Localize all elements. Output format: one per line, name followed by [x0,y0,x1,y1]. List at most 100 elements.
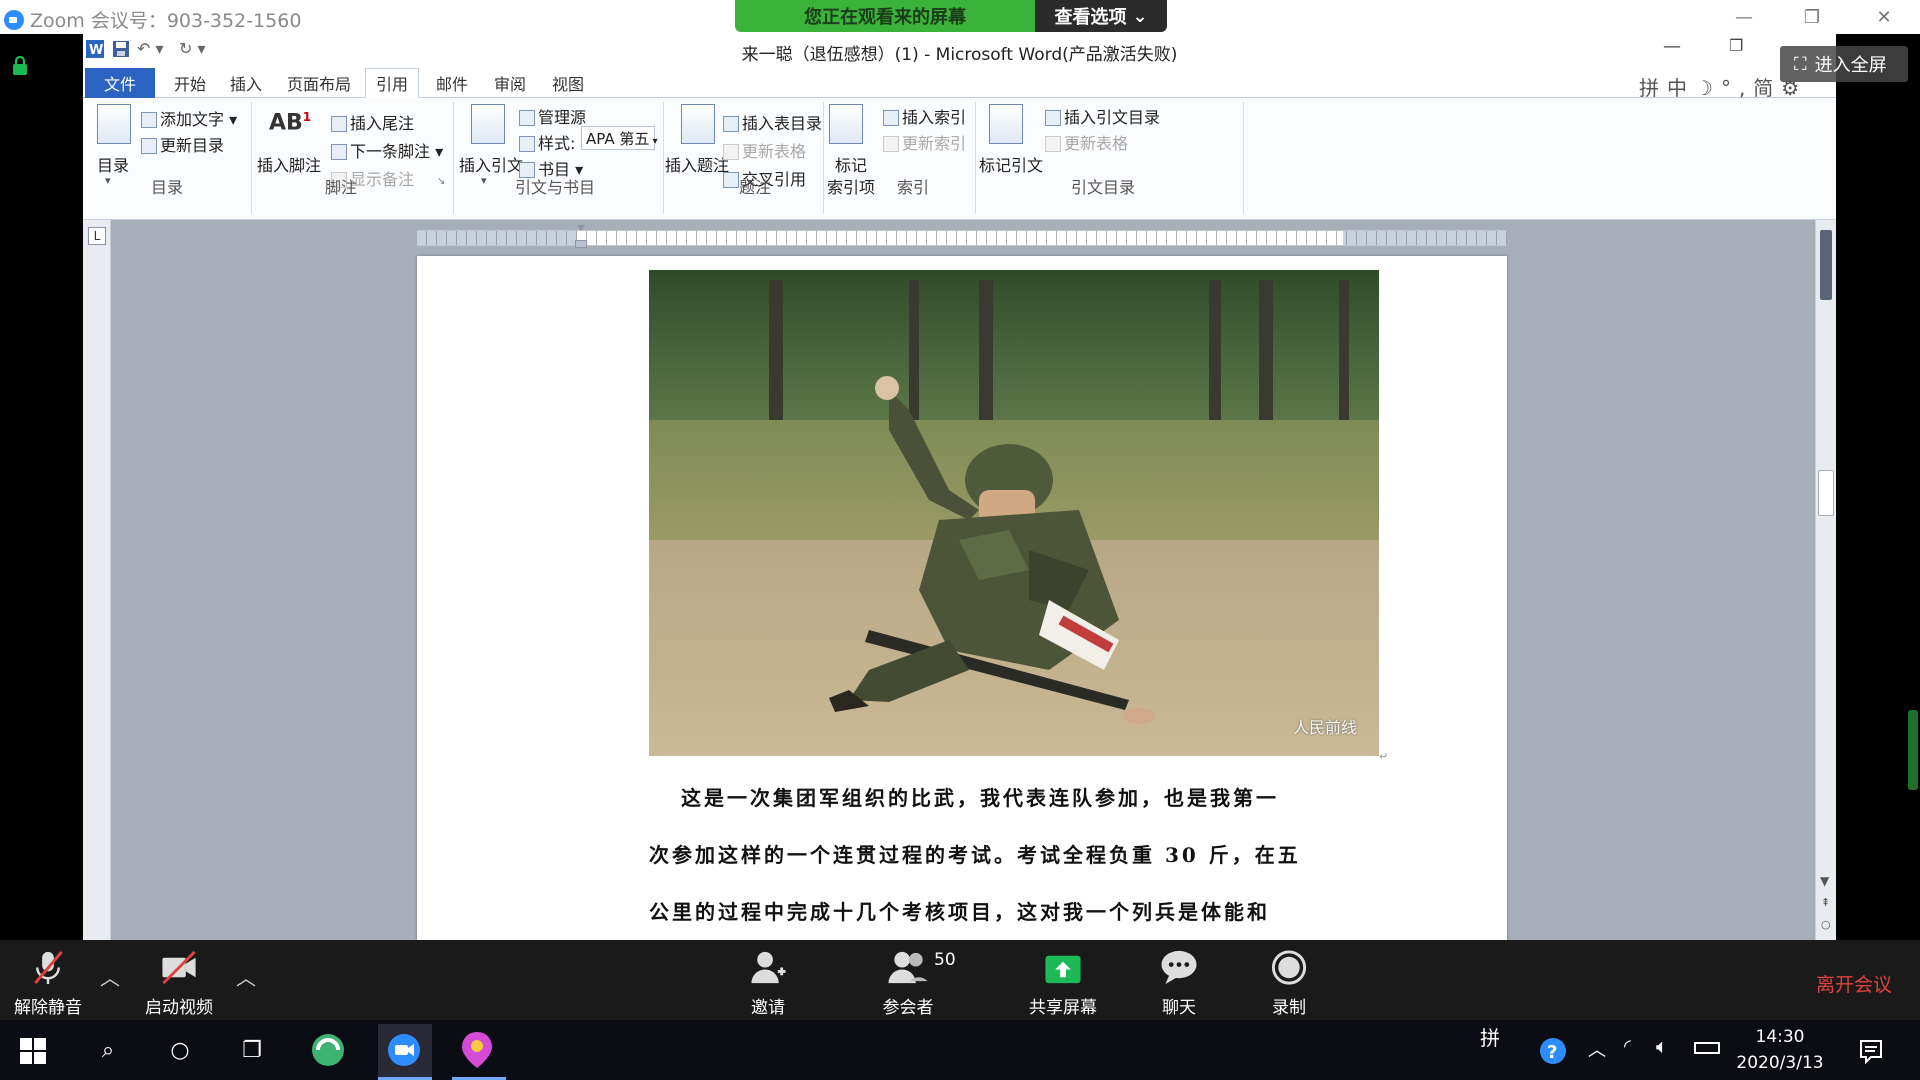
battery-icon[interactable] [1694,1042,1720,1054]
ime-chinese: 中 [1667,76,1695,100]
leave-meeting-button[interactable]: 离开会议 [1816,970,1892,997]
update-table-button[interactable]: 更新表格 [723,138,806,162]
footnote-superscript: 1 [302,110,312,124]
toc-icon[interactable] [97,104,131,144]
zoom-restore-button[interactable]: ❐ [1792,4,1832,30]
help-icon[interactable]: ? [1538,1036,1568,1066]
tab-references[interactable]: 引用 [365,68,419,98]
meeting-id-text: Zoom 会议号：903-352-1560 [30,10,302,32]
tab-stop-selector[interactable]: L [88,227,106,245]
mark-entry-button[interactable]: 标记 [835,152,867,176]
share-screen-button[interactable]: 共享屏幕 [1016,948,1110,1018]
start-video-label: 启动视频 [145,998,213,1018]
insert-endnote-button[interactable]: 插入尾注 [331,110,414,134]
tab-file[interactable]: 文件 [85,68,155,98]
notification-center-icon[interactable] [1858,1038,1884,1064]
insert-caption-icon[interactable] [681,104,715,144]
mark-entry-icon[interactable] [829,104,863,144]
update-index-button[interactable]: 更新索引 [883,130,966,154]
video-options-caret-icon[interactable]: ︿ [236,962,256,991]
unmute-button[interactable]: 解除静音 [6,948,90,1018]
first-line-indent-marker[interactable] [577,225,585,233]
toc-dropdown-icon[interactable]: ▾ [105,174,111,187]
volume-icon[interactable]: 🔈︎ [1656,1034,1668,1058]
paragraph-line-2[interactable]: 次参加这样的一个连贯过程的考试。考试全程负重 30 斤，在五 [649,839,1301,868]
mark-entry-button-line2[interactable]: 索引项 [827,174,875,198]
soldier-figure [829,376,1155,724]
tab-view[interactable]: 视图 [543,68,593,98]
add-text-button[interactable]: 添加文字 ▾ [141,106,237,130]
next-footnote-button[interactable]: 下一条脚注 ▾ [331,138,443,162]
insert-citation-dropdown-icon[interactable]: ▾ [481,174,487,187]
paragraph-line-1[interactable]: 这是一次集团军组织的比武，我代表连队参加，也是我第一 [681,782,1279,811]
mark-citation-icon[interactable] [989,104,1023,144]
invite-button[interactable]: 邀请 [730,948,806,1018]
view-options-button[interactable]: 查看选项 ⌄ [1035,0,1167,32]
manage-sources-button[interactable]: 管理源 [519,104,586,128]
zoom-minimize-button[interactable]: — [1724,4,1764,30]
toc-group-label: 目录 [151,178,184,197]
audio-options-caret-icon[interactable]: ︿ [100,962,120,991]
word-window-title: 来一聪（退伍感想）(1) - Microsoft Word(产品激活失败) [741,45,1178,65]
style-label: 样式: [519,130,575,154]
zoom-app-icon[interactable] [386,1032,422,1068]
insert-index-label: 插入索引 [902,108,967,127]
insert-index-button[interactable]: 插入索引 [883,104,966,128]
tab-mailings[interactable]: 邮件 [427,68,477,98]
insert-caption-button[interactable]: 插入题注 [665,152,729,176]
footnote-icon[interactable]: AB1 [269,110,311,135]
citation-style-select[interactable]: APA 第五 ▾ [581,126,658,150]
network-icon[interactable]: ◜ [1624,1036,1631,1057]
word-window: W ↶ ▾ ↻ ▾ 来一聪（退伍感想）(1) - Microsoft Word(… [83,34,1836,940]
enter-fullscreen-button[interactable]: ⛶ 进入全屏 [1780,46,1908,82]
ime-moon-icon: ☽ [1695,76,1721,100]
select-browse-object-icon[interactable]: ○ [1821,918,1831,931]
word-restore-button[interactable]: ❐ [1729,36,1743,55]
left-indent-marker[interactable] [575,240,587,248]
footnote-dialog-launcher-icon[interactable]: ↘ [437,176,445,187]
ime-simplified: 简 [1753,76,1782,100]
side-scroll-handle[interactable] [1908,710,1918,790]
search-icon[interactable]: ⌕ [88,1030,128,1070]
soldier-photo[interactable]: 人民前线 [649,270,1379,756]
word-minimize-button[interactable]: — [1663,36,1681,57]
previous-page-icon[interactable]: ⇞ [1821,896,1830,909]
vertical-scrollbar[interactable] [1815,220,1836,940]
lock-icon[interactable] [11,56,29,76]
insert-citation-button[interactable]: 插入引文 [459,152,523,176]
taskbar-clock[interactable]: 14:30 2020/3/13 [1730,1024,1830,1076]
ruler-toggle-button[interactable] [1820,230,1832,300]
citations-group-label: 引文与书目 [515,178,596,197]
captions-group-label: 题注 [739,178,772,197]
update-toc-label: 更新目录 [160,136,225,155]
chat-button[interactable]: 聊天 [1146,948,1212,1018]
start-video-button[interactable]: 启动视频 [136,948,222,1018]
update-toc-button[interactable]: 更新目录 [141,132,224,156]
zoom-close-button[interactable]: ✕ [1864,4,1904,30]
record-button[interactable]: 录制 [1256,948,1322,1018]
windows-start-icon[interactable] [20,1038,46,1064]
map-pin-app-icon[interactable] [460,1030,494,1070]
task-view-icon[interactable]: ❐ [232,1030,272,1070]
scrollbar-thumb[interactable] [1818,470,1834,516]
update-toa-button[interactable]: 更新表格 [1045,130,1128,154]
tab-home[interactable]: 开始 [165,68,215,98]
paragraph-line-3[interactable]: 公里的过程中完成十几个考核项目，这对我一个列兵是体能和 [649,896,1270,925]
toc-button[interactable]: 目录 [97,152,129,176]
insert-table-of-figures-button[interactable]: 插入表目录 [723,110,822,134]
taskbar-ime[interactable]: 拼 [1480,1022,1500,1051]
insert-toa-button[interactable]: 插入引文目录 [1045,104,1160,128]
tray-chevron-up-icon[interactable]: ︿ [1588,1036,1606,1062]
tab-insert[interactable]: 插入 [221,68,271,98]
browser-app-icon[interactable] [310,1032,346,1068]
footnote-glyph: AB [269,110,303,136]
tab-review[interactable]: 审阅 [485,68,535,98]
group-separator [251,102,252,214]
insert-footnote-button[interactable]: 插入脚注 [257,152,321,176]
mark-citation-button[interactable]: 标记引文 [979,152,1043,176]
insert-citation-icon[interactable] [471,104,505,144]
cortana-icon[interactable]: ○ [160,1030,200,1070]
scroll-down-arrow-icon[interactable]: ▼ [1820,874,1829,888]
tab-page-layout[interactable]: 页面布局 [279,68,359,98]
manage-sources-icon [519,110,535,126]
